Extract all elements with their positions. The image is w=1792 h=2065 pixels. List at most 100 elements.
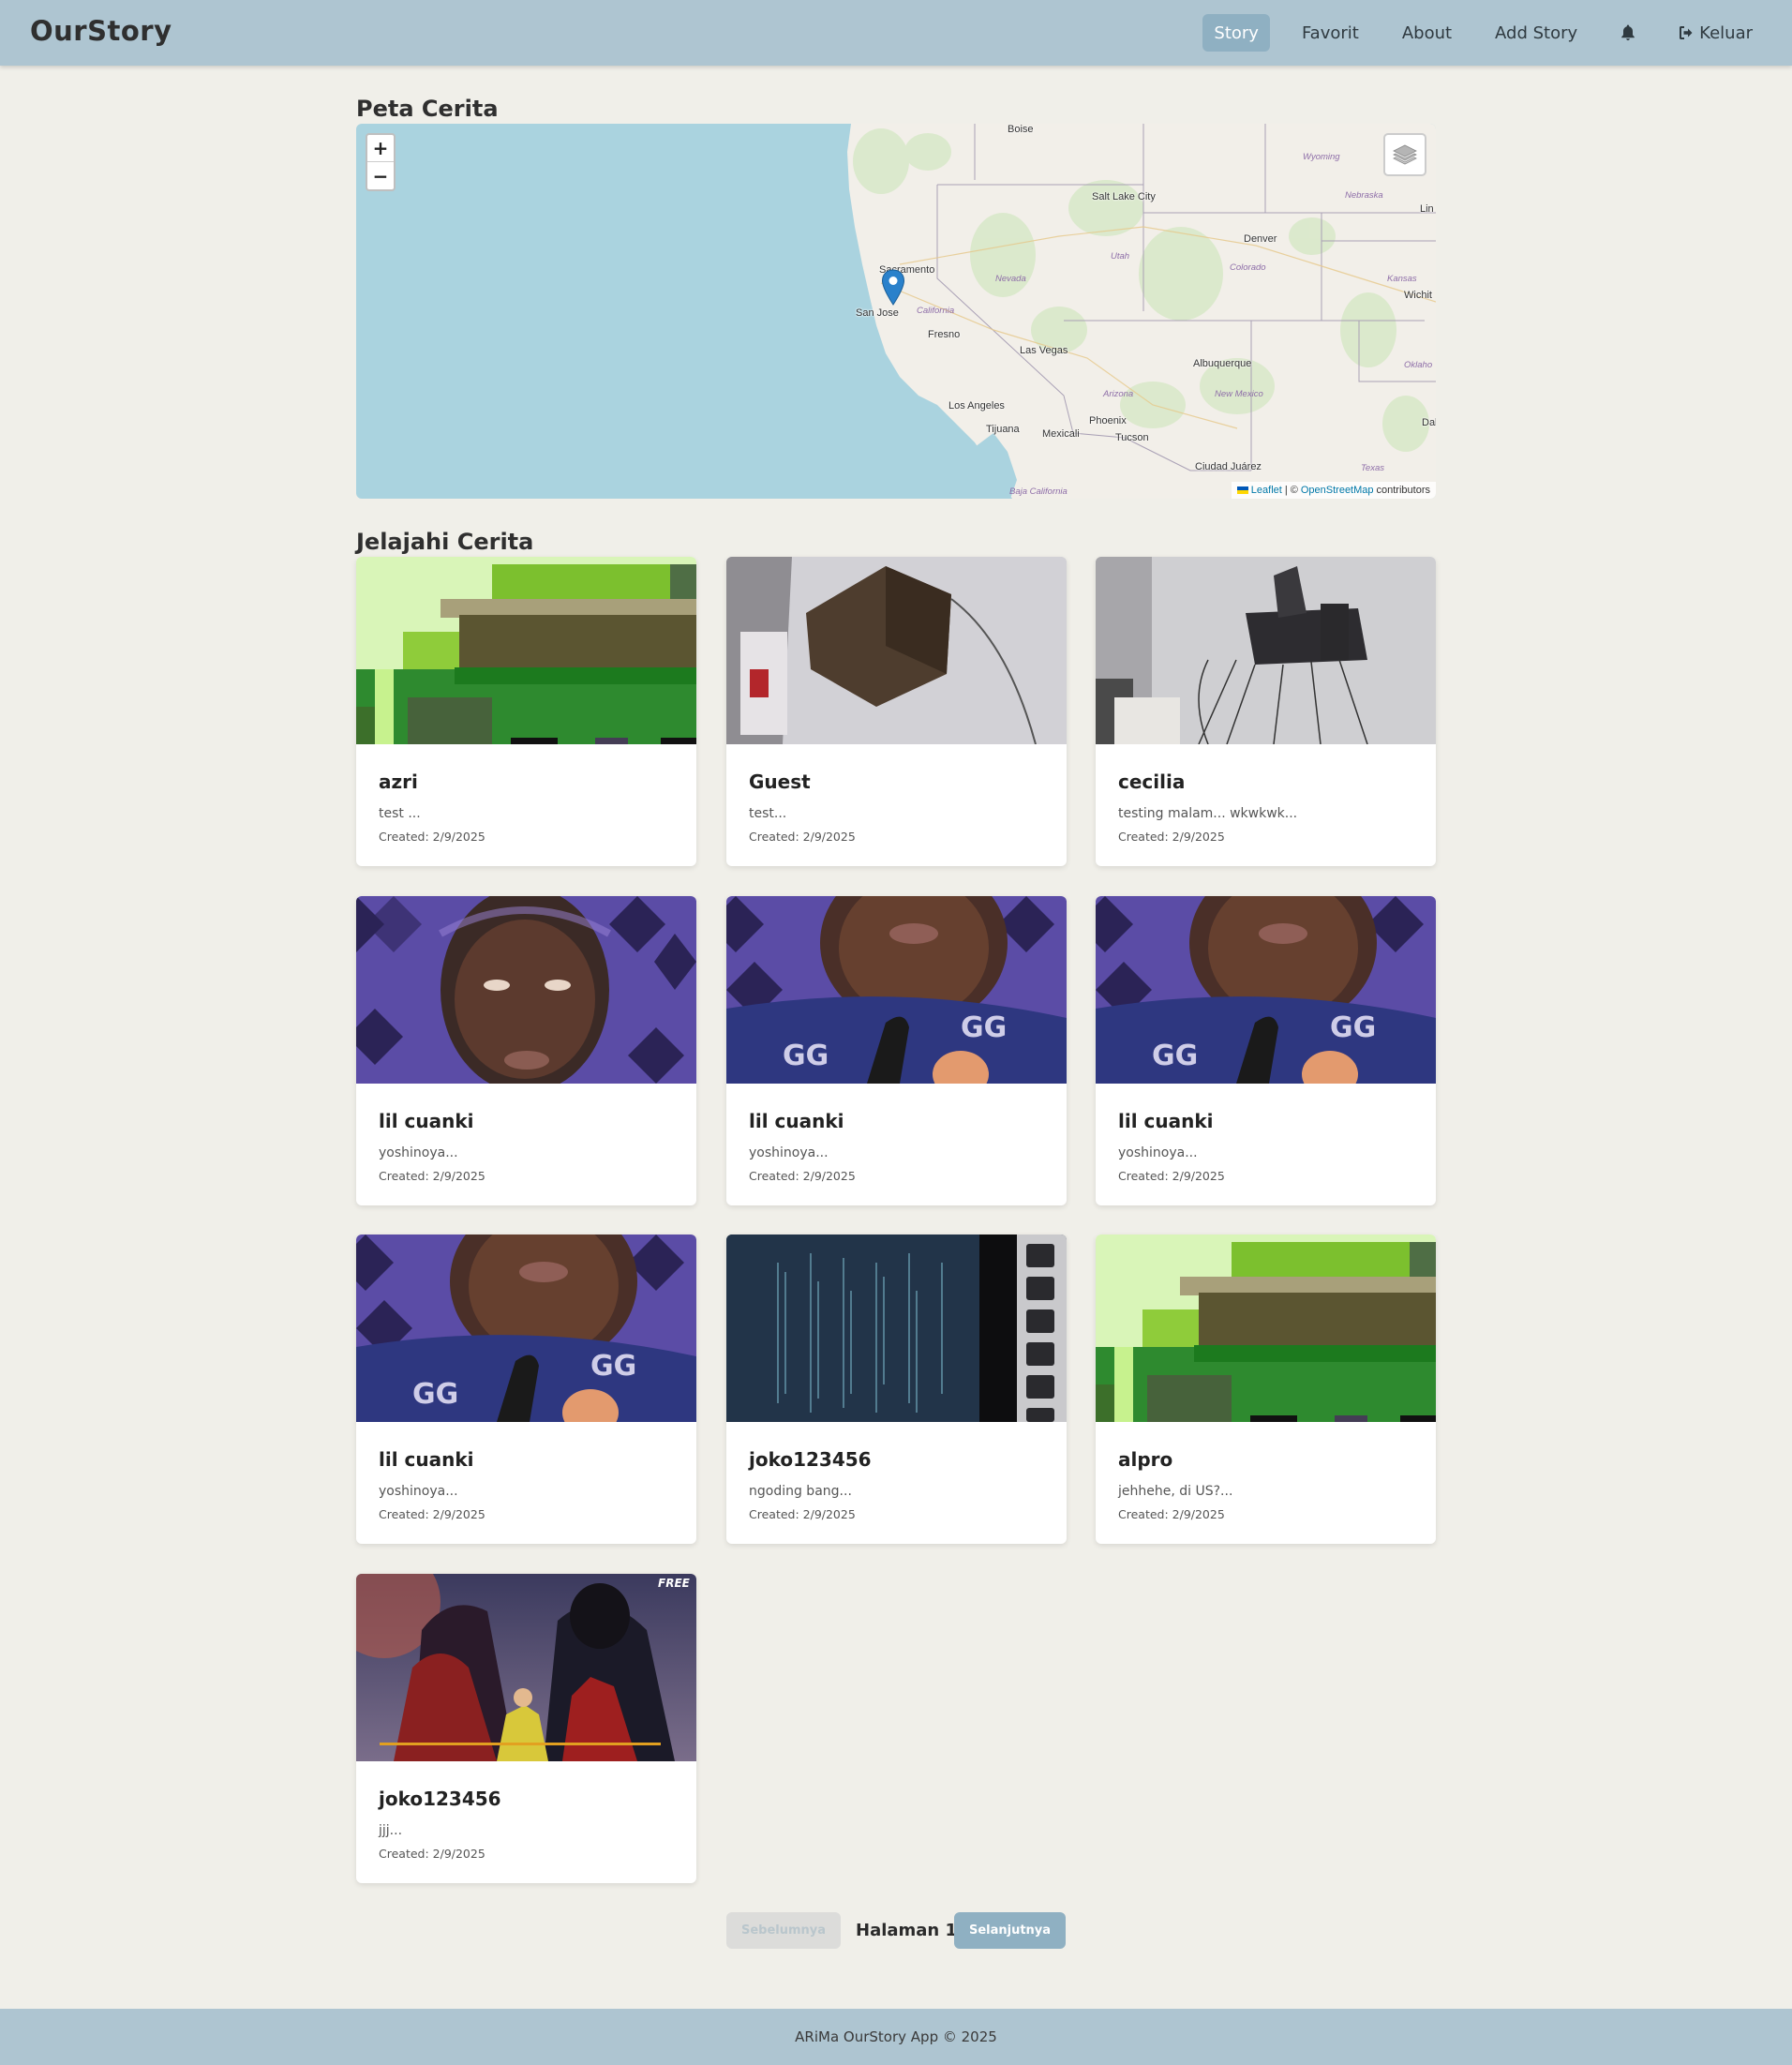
nav-about[interactable]: About [1391,14,1463,52]
story-description: yoshinoya... [1118,1145,1198,1160]
stories-section-title: Jelajahi Cerita [356,529,534,555]
story-card[interactable]: lil cuanki yoshinoya... Created: 2/9/202… [356,896,696,1205]
story-image [1096,557,1436,745]
map-state-label: Colorado [1230,262,1266,273]
footer: ARiMa OurStory App © 2025 [0,2009,1792,2065]
brand-logo[interactable]: OurStory [30,15,172,47]
next-page-button[interactable]: Selanjutnya [954,1912,1066,1949]
map-state-label: Arizona [1103,389,1134,399]
map-city-label: Wichit [1404,290,1432,301]
story-image: GG GG [1096,896,1436,1098]
map-city-label: Albuquerque [1193,358,1252,369]
story-card[interactable]: GG GG lil cuanki yoshinoya... Created: 2… [726,896,1067,1205]
story-date: Created: 2/9/2025 [1118,1169,1225,1183]
map-city-label: Lin [1420,203,1434,215]
story-card[interactable]: FREE joko123456 jjj... Created: 2/9/2025 [356,1574,696,1883]
logout-button[interactable]: Keluar [1667,14,1764,52]
sign-out-icon [1680,26,1693,39]
map-section-title: Peta Cerita [356,96,499,122]
story-author: lil cuanki [1118,1110,1214,1132]
story-author: joko123456 [749,1448,872,1471]
story-date: Created: 2/9/2025 [379,1847,485,1861]
nav-story[interactable]: Story [1202,14,1270,52]
map-state-label: California [917,306,955,316]
story-card[interactable]: GG GG lil cuanki yoshinoya... Created: 2… [356,1235,696,1544]
story-author: lil cuanki [379,1448,474,1471]
story-author: lil cuanki [749,1110,844,1132]
leaflet-link[interactable]: Leaflet [1251,485,1282,496]
story-card[interactable]: azri test ... Created: 2/9/2025 [356,557,696,866]
story-image [356,557,696,744]
story-description: yoshinoya... [749,1145,829,1160]
map-state-label: New Mexico [1215,389,1263,399]
attribution-suffix: contributors [1376,485,1430,496]
story-author: Guest [749,771,811,793]
story-description: yoshinoya... [379,1484,458,1499]
story-author: alpro [1118,1448,1173,1471]
story-image: FREE [356,1574,696,1761]
svg-text:GG: GG [1330,1011,1376,1044]
story-description: testing malam... wkwkwk... [1118,806,1298,821]
map-state-label: Nevada [995,274,1026,284]
story-description: jjj... [379,1823,403,1838]
map-state-label: Kansas [1387,274,1417,284]
map-marker-icon[interactable] [881,269,905,307]
map-city-label: Salt Lake City [1092,191,1156,202]
story-image [1096,1235,1436,1422]
story-card[interactable]: Guest test... Created: 2/9/2025 [726,557,1067,866]
story-description: yoshinoya... [379,1145,458,1160]
story-date: Created: 2/9/2025 [379,830,485,844]
story-card[interactable]: GG GG lil cuanki yoshinoya... Created: 2… [1096,896,1436,1205]
map-city-label: Fresno [928,329,961,340]
svg-text:GG: GG [783,1040,829,1072]
svg-text:FREE: FREE [658,1577,691,1590]
map-state-label: Utah [1111,251,1130,262]
map-city-label: Tijuana [986,424,1020,435]
map-state-label: Nebraska [1345,190,1383,201]
svg-text:GG: GG [961,1011,1007,1044]
nav-favorit[interactable]: Favorit [1291,14,1370,52]
story-date: Created: 2/9/2025 [749,1507,856,1521]
story-image [726,557,1067,745]
zoom-control: + − [366,133,396,191]
story-card[interactable]: alpro jehhehe, di US?... Created: 2/9/20… [1096,1235,1436,1544]
bell-icon [1621,24,1635,41]
story-author: joko123456 [379,1788,501,1810]
map-city-label: Phoenix [1089,415,1127,426]
map-state-label: Oklaho [1404,360,1433,370]
prev-page-button[interactable]: Sebelumnya [726,1912,841,1949]
story-image: GG GG [726,896,1067,1098]
map-city-label: San Jose [856,307,899,319]
story-description: jehhehe, di US?... [1118,1484,1233,1499]
layers-button[interactable] [1383,133,1426,176]
story-date: Created: 2/9/2025 [1118,830,1225,844]
story-image [726,1235,1067,1422]
story-card[interactable]: cecilia testing malam... wkwkwk... Creat… [1096,557,1436,866]
map-city-label: Ciudad Juárez [1195,461,1262,472]
story-date: Created: 2/9/2025 [1118,1507,1225,1521]
osm-link[interactable]: OpenStreetMap [1301,485,1374,496]
svg-text:GG: GG [1152,1040,1198,1072]
zoom-in-button[interactable]: + [367,135,394,162]
notification-button[interactable] [1609,14,1647,52]
map-city-label: Mexicali [1042,428,1080,440]
map-city-label: Tucson [1115,432,1149,443]
layers-icon [1393,144,1417,165]
story-date: Created: 2/9/2025 [379,1507,485,1521]
story-author: lil cuanki [379,1110,474,1132]
story-description: test ... [379,806,421,821]
footer-text: ARiMa OurStory App © 2025 [795,2028,997,2045]
zoom-out-button[interactable]: − [367,162,394,189]
map-city-label: Las Vegas [1020,345,1068,356]
nav-add-story[interactable]: Add Story [1484,14,1589,52]
map-city-label: Boise [1008,124,1034,135]
map-city-label: Los Angeles [948,400,1005,412]
map-state-label: Texas [1361,463,1384,473]
story-author: azri [379,771,418,793]
ukraine-flag-icon [1236,486,1248,494]
story-description: test... [749,806,787,821]
svg-text:GG: GG [590,1350,636,1383]
story-image [356,896,696,1093]
story-map[interactable]: Wyoming Nebraska Utah Colorado Nevada Ka… [356,124,1436,499]
story-card[interactable]: joko123456 ngoding bang... Created: 2/9/… [726,1235,1067,1544]
